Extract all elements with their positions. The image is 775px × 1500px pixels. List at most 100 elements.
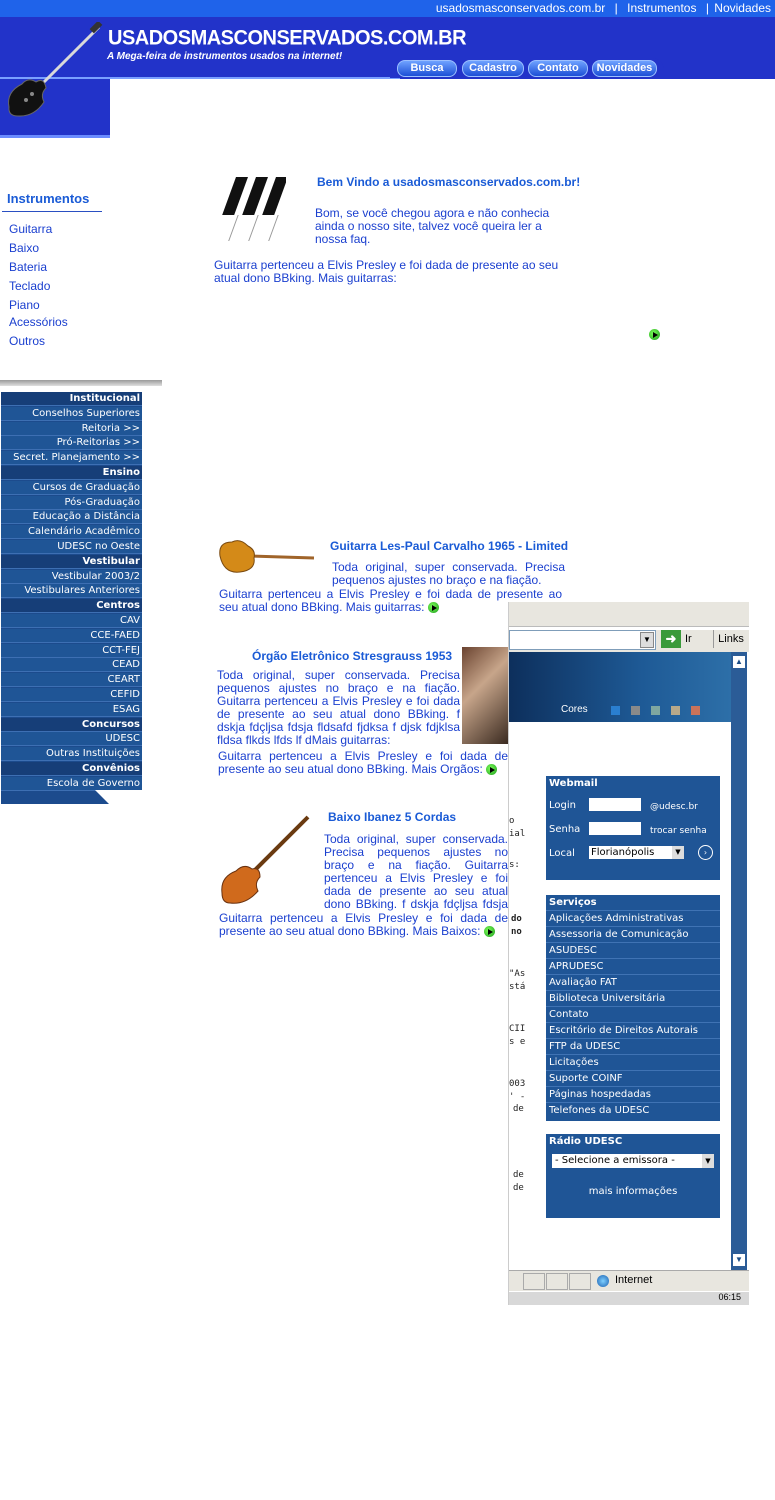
udesc-menu-item[interactable]: ESAG	[1, 702, 142, 717]
address-input[interactable]	[509, 630, 656, 650]
top-link-site[interactable]: usadosmasconservados.com.br	[436, 1, 605, 15]
menu-item-bateria[interactable]: Bateria	[9, 260, 47, 274]
servico-link[interactable]: Escritório de Direitos Autorais	[546, 1022, 720, 1038]
udesc-menu-item[interactable]: Conselhos Superiores	[1, 406, 142, 421]
color-swatch[interactable]	[671, 706, 680, 715]
udesc-menu-item[interactable]: Escola de Governo	[1, 776, 142, 791]
menu-item-baixo[interactable]: Baixo	[9, 241, 39, 255]
servico-link[interactable]: Telefones da UDESC	[546, 1102, 720, 1118]
nav-novidades-button[interactable]: Novidades	[592, 60, 657, 77]
menu-item-outros[interactable]: Outros	[9, 334, 45, 348]
servico-link[interactable]: Avaliação FAT	[546, 974, 720, 990]
servico-link[interactable]: Páginas hospedadas	[546, 1086, 720, 1102]
menu-item-teclado[interactable]: Teclado	[9, 279, 50, 293]
servico-link[interactable]: APRUDESC	[546, 958, 720, 974]
status-cell	[546, 1273, 568, 1290]
site-title[interactable]: USADOSMASCONSERVADOS.COM.BR	[108, 26, 467, 50]
servico-link[interactable]: Biblioteca Universitária	[546, 990, 720, 1006]
scroll-down-icon[interactable]: ▼	[733, 1254, 745, 1266]
product-title[interactable]: Guitarra Les-Paul Carvalho 1965 - Limite…	[330, 539, 568, 553]
udesc-menu-item[interactable]: Vestibular 2003/2	[1, 569, 142, 584]
chevron-down-icon[interactable]: ▼	[640, 632, 654, 648]
servico-link[interactable]: FTP da UDESC	[546, 1038, 720, 1054]
udesc-menu-heading: Centros	[1, 599, 142, 614]
menu-item-acessorios[interactable]: Acessórios	[9, 315, 68, 329]
senha-input[interactable]	[589, 822, 641, 835]
udesc-menu-item[interactable]: Pós-Graduação	[1, 495, 142, 510]
top-links: usadosmasconservados.com.br | Instrument…	[436, 1, 771, 15]
text-fragment: 003	[509, 1079, 526, 1089]
separator: |	[614, 1, 618, 15]
more-arrow-icon[interactable]	[427, 602, 439, 614]
udesc-menu-item[interactable]: Secret. Planejamento >>	[1, 451, 142, 466]
chevron-down-icon[interactable]: ▼	[672, 846, 684, 859]
menu-item-guitarra[interactable]: Guitarra	[9, 222, 52, 236]
servico-link[interactable]: Contato	[546, 1006, 720, 1022]
mais-informacoes-link[interactable]: mais informações	[546, 1186, 720, 1197]
udesc-menu-item[interactable]: CEAD	[1, 658, 142, 673]
udesc-menu-heading: Vestibular	[1, 554, 142, 569]
udesc-menu-heading: Institucional	[1, 392, 142, 406]
color-swatch[interactable]	[631, 706, 640, 715]
servico-link[interactable]: Aplicações Administrativas	[546, 910, 720, 926]
servico-link[interactable]: Suporte COINF	[546, 1070, 720, 1086]
instrumentos-title: Instrumentos	[7, 191, 90, 206]
login-input[interactable]	[589, 798, 641, 811]
udesc-menu-item[interactable]: Vestibulares Anteriores	[1, 584, 142, 599]
radio-select[interactable]: - Selecione a emissora - ▼	[552, 1154, 714, 1168]
color-swatch[interactable]	[651, 706, 660, 715]
top-link-novidades[interactable]: Novidades	[714, 1, 771, 15]
text-fragment: de	[513, 1170, 524, 1180]
scrollbar[interactable]: ▲ ▼	[731, 652, 747, 1270]
servico-link[interactable]: Assessoria de Comunicação	[546, 926, 720, 942]
color-swatch[interactable]	[611, 706, 620, 715]
menu-item-piano[interactable]: Piano	[9, 298, 40, 312]
more-arrow-icon[interactable]	[486, 764, 498, 776]
udesc-menu-item[interactable]: Reitoria >>	[1, 421, 142, 436]
submit-arrow-icon[interactable]: ›	[698, 845, 713, 860]
color-swatch[interactable]	[691, 706, 700, 715]
more-arrow-icon[interactable]	[649, 327, 660, 341]
udesc-menu-item[interactable]: UDESC no Oeste	[1, 540, 142, 554]
local-label: Local	[549, 848, 575, 859]
chevron-down-icon[interactable]: ▼	[702, 1154, 714, 1168]
links-button[interactable]: Links	[713, 630, 748, 648]
nav-busca-button[interactable]: Busca	[397, 60, 457, 77]
udesc-menu: Institucional Conselhos Superiores Reitori…	[1, 392, 142, 804]
trocar-senha-link[interactable]: trocar senha	[650, 826, 707, 836]
top-link-instrumentos[interactable]: Instrumentos	[627, 1, 696, 15]
bass-product-image	[221, 815, 310, 904]
servico-link[interactable]: Licitações	[546, 1054, 720, 1070]
udesc-menu-item[interactable]: CEART	[1, 673, 142, 688]
udesc-menu-item[interactable]: Educação a Distância	[1, 510, 142, 525]
nav-contato-button[interactable]: Contato	[528, 60, 588, 77]
text-fragment: stá	[509, 982, 526, 992]
udesc-menu-item[interactable]: Cursos de Graduação	[1, 480, 142, 495]
udesc-menu-item[interactable]: CEFID	[1, 688, 142, 702]
udesc-menu-item[interactable]: CCE-FAED	[1, 628, 142, 643]
go-arrow-icon[interactable]: ➜	[661, 630, 681, 648]
scroll-up-icon[interactable]: ▲	[733, 656, 745, 668]
udesc-menu-item[interactable]: UDESC	[1, 732, 142, 747]
text-fragment: s:	[509, 860, 520, 870]
product-description: Toda original, super conservada. Precisa…	[324, 833, 508, 911]
nav-cadastro-button[interactable]: Cadastro	[462, 60, 524, 77]
servico-link[interactable]: ASUDESC	[546, 942, 720, 958]
product-title[interactable]: Baixo Ibanez 5 Cordas	[328, 810, 456, 824]
more-arrow-icon[interactable]	[483, 926, 495, 938]
go-label[interactable]: Ir	[685, 633, 692, 645]
udesc-menu-item[interactable]: Pró-Reitorias >>	[1, 436, 142, 451]
instrumentos-underline	[2, 211, 102, 212]
taskbar: 06:15	[509, 1292, 749, 1305]
site-subtitle: A Mega-feira de instrumentos usados na i…	[107, 51, 343, 62]
udesc-menu-item[interactable]: Outras Instituições	[1, 747, 142, 762]
udesc-menu-item[interactable]: Calendário Acadêmico	[1, 525, 142, 540]
udesc-menu-item[interactable]: CAV	[1, 614, 142, 628]
radio-select-value: - Selecione a emissora -	[555, 1155, 675, 1166]
product-title[interactable]: Órgão Eletrônico Stresgrauss 1953	[252, 649, 452, 663]
local-select[interactable]: Florianópolis ▼	[589, 846, 684, 859]
webmail-title: Webmail	[549, 778, 598, 789]
section-divider	[0, 380, 162, 386]
udesc-menu-item[interactable]: CCT-FEJ	[1, 643, 142, 658]
text-fragment: s e	[509, 1037, 526, 1047]
